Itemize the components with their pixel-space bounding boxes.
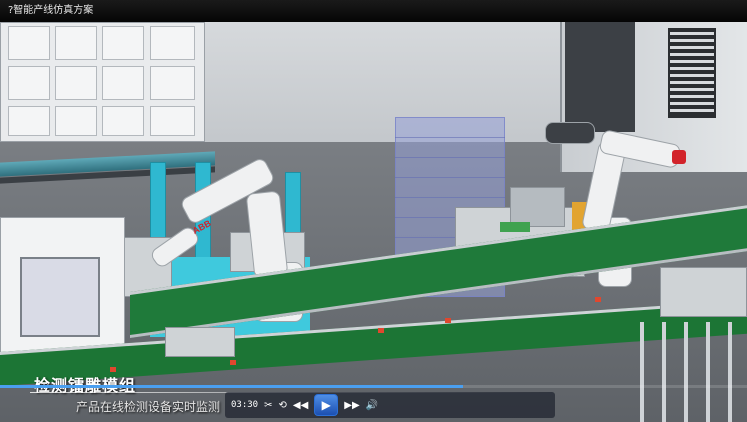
- cabinet-door: [150, 66, 195, 100]
- left-machine-window: [20, 257, 100, 337]
- tool-holder: [545, 122, 595, 144]
- video-player[interactable]: ?智能产线仿真方案 ABB 产品在线检测设备实时监测 03:30 ✂ ⟲ ◀◀ …: [0, 0, 747, 422]
- video-frame: ABB: [0, 22, 747, 422]
- player-controls: 03:30 ✂ ⟲ ◀◀ ▶ ▶▶ 🔊: [225, 392, 555, 418]
- caption-subtitle: 产品在线检测设备实时监测: [76, 400, 221, 414]
- volume-icon[interactable]: 🔊: [366, 396, 378, 414]
- pallet: [165, 327, 235, 357]
- fast-forward-icon[interactable]: ▶▶: [344, 396, 359, 414]
- robot-gripper: [672, 150, 686, 164]
- glass-line: [395, 177, 505, 178]
- glass-line: [395, 197, 505, 198]
- rewind-icon[interactable]: ◀◀: [293, 396, 308, 414]
- pallet-station: [660, 267, 747, 317]
- play-icon[interactable]: ▶: [314, 394, 339, 416]
- glass-line: [395, 137, 505, 138]
- repeat-icon[interactable]: ⟲: [278, 396, 286, 414]
- conveyor-stop: [445, 318, 451, 323]
- cabinet-door: [102, 106, 144, 136]
- cabinet-door: [55, 106, 97, 136]
- glass-line: [395, 157, 505, 158]
- cabinet-door: [8, 66, 50, 100]
- progress-fill: [0, 385, 464, 388]
- progress-bar[interactable]: [0, 385, 747, 388]
- green-pad: [500, 222, 530, 232]
- cut-icon[interactable]: ✂: [264, 396, 272, 414]
- conveyor-frame: [640, 322, 747, 422]
- inspection-head: [510, 187, 565, 227]
- video-title: ?智能产线仿真方案: [0, 0, 747, 22]
- conveyor-stop: [378, 328, 384, 333]
- cabinet-door: [102, 66, 144, 100]
- current-time: 03:30: [231, 400, 259, 410]
- cabinet-door: [55, 66, 97, 100]
- conveyor-stop: [230, 360, 236, 365]
- cabinet-door: [8, 106, 50, 136]
- cabinet-door: [150, 106, 195, 136]
- conveyor-stop: [595, 297, 601, 302]
- cnc-machine-panel: [565, 22, 635, 132]
- cabinet-door: [8, 26, 50, 60]
- cnc-machine-grille: [668, 28, 716, 118]
- cabinet-door: [55, 26, 97, 60]
- cabinet-door: [150, 26, 195, 60]
- cabinet-door: [102, 26, 144, 60]
